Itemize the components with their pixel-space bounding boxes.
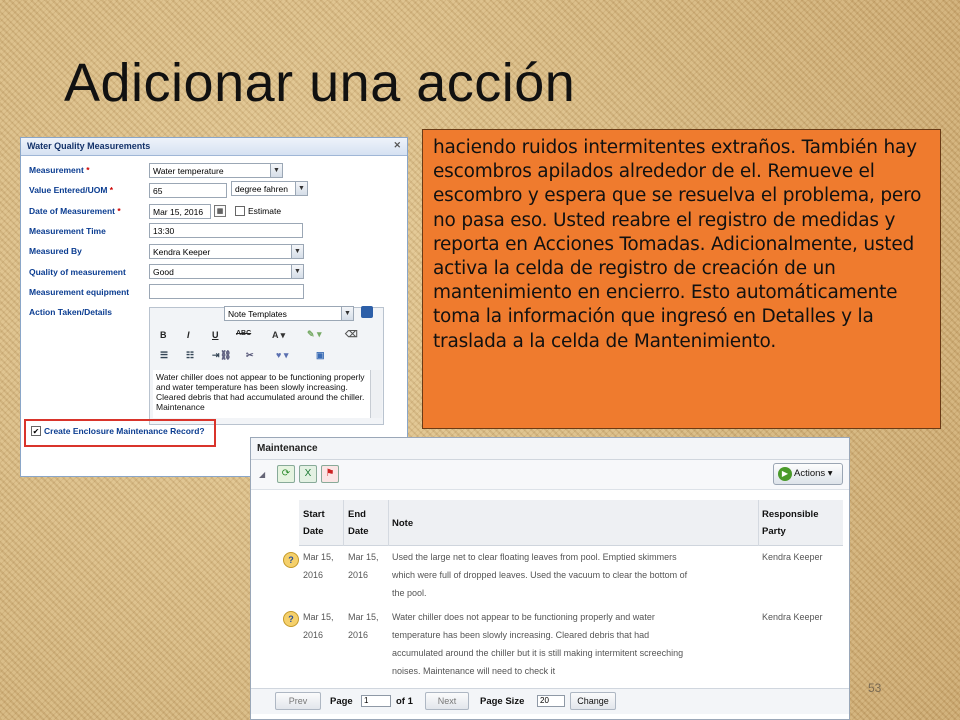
calendar-icon[interactable]: ▦ (214, 205, 226, 217)
page-number-input[interactable]: 1 (361, 695, 391, 707)
arrow-right-icon: ▶ (778, 467, 792, 481)
column-note[interactable]: Note (392, 515, 413, 532)
page-size-input[interactable]: 20 (537, 695, 565, 707)
row-2-note: Water chiller does not appear to be func… (392, 612, 684, 676)
row-1-responsible-party: Kendra Keeper (762, 552, 823, 562)
pdf-export-icon[interactable]: ⚑ (321, 465, 339, 483)
page-size-label: Page Size (480, 696, 525, 707)
chevron-down-icon[interactable]: ▼ (291, 245, 303, 258)
chevron-down-icon[interactable]: ▼ (291, 265, 303, 278)
column-divider (388, 500, 389, 546)
time-label: Measurement Time (29, 226, 106, 236)
italic-button[interactable]: I (187, 330, 190, 340)
row-2-end-date: Mar 15, 2016 (348, 612, 379, 640)
bold-button[interactable]: B (160, 330, 167, 340)
quality-label: Quality of measurement (29, 267, 126, 277)
change-page-size-button[interactable]: Change (570, 692, 616, 710)
row-2-responsible-party: Kendra Keeper (762, 612, 823, 622)
action-taken-label: Action Taken/Details (29, 307, 112, 317)
link-icon[interactable]: ⛓ (220, 350, 231, 361)
ordered-list-icon[interactable]: ☰ (160, 350, 168, 361)
column-responsible-party[interactable]: Responsible Party (762, 506, 819, 540)
column-start-date[interactable]: Start Date (303, 506, 325, 540)
unlink-icon[interactable]: ✂ (246, 350, 254, 361)
column-divider (343, 500, 344, 546)
next-page-button[interactable]: Next (425, 692, 469, 710)
measured-by-select[interactable]: Kendra Keeper ▼ (149, 244, 304, 259)
editor-scrollbar[interactable] (370, 370, 382, 418)
row-2-start-date: Mar 15, 2016 (303, 612, 334, 640)
chevron-down-icon[interactable]: ▼ (270, 164, 282, 177)
maintenance-toolbar (251, 460, 849, 490)
equipment-input[interactable] (149, 284, 304, 299)
water-quality-title: Water Quality Measurements (27, 141, 151, 151)
value-uom-label: Value Entered/UOM * (29, 185, 114, 195)
measured-by-label: Measured By (29, 246, 82, 256)
slide-page-number: 53 (868, 681, 882, 695)
note-templates-select[interactable]: Note Templates ▼ (224, 306, 354, 321)
excel-export-icon[interactable]: X (299, 465, 317, 483)
maintenance-panel: Maintenance ◢ ⟳ X ⚑ ▶ Actions ▾ Start Dat… (250, 437, 850, 720)
water-quality-header: Water Quality Measurements ✕ (21, 138, 407, 156)
eraser-icon[interactable]: ⌫ (345, 329, 358, 340)
actions-label: Actions ▾ (794, 468, 833, 479)
measurement-select[interactable]: Water temperature ▼ (149, 163, 283, 178)
actions-button[interactable]: ▶ Actions ▾ (773, 463, 843, 485)
measurement-label: Measurement * (29, 165, 90, 175)
equipment-label: Measurement equipment (29, 287, 130, 297)
date-label: Date of Measurement * (29, 206, 121, 216)
page-count-label: of 1 (396, 696, 413, 707)
create-record-highlight (24, 419, 216, 447)
chevron-down-icon[interactable]: ▼ (341, 307, 353, 320)
page-label: Page (330, 696, 353, 707)
slide-title: Adicionar una acción (64, 53, 576, 113)
column-end-date[interactable]: End Date (348, 506, 369, 540)
action-details-text[interactable]: Water chiller does not appear to be func… (153, 370, 370, 418)
value-input[interactable]: 65 (149, 183, 227, 198)
underline-button[interactable]: U (212, 330, 219, 340)
estimate-checkbox[interactable] (235, 206, 245, 216)
row-1-end-date: Mar 15, 2016 (348, 552, 379, 580)
bullet-list-icon[interactable]: ☷ (186, 350, 194, 361)
collapse-arrow-icon[interactable]: ◢ (259, 470, 265, 479)
strikethrough-button[interactable]: ABC (236, 330, 251, 337)
uom-select[interactable]: degree fahren ▼ (231, 181, 308, 196)
row-1-note: Used the large net to clear floating lea… (392, 552, 688, 598)
indent-icon[interactable]: ⇥ (212, 350, 220, 361)
row-1-start-date: Mar 15, 2016 (303, 552, 334, 580)
estimate-label: Estimate (248, 206, 282, 216)
chevron-down-icon[interactable]: ▼ (295, 182, 307, 195)
font-color-icon[interactable]: A ▾ (272, 330, 285, 341)
close-icon[interactable]: ✕ (393, 140, 401, 151)
prev-page-button[interactable]: Prev (275, 692, 321, 710)
row-detail-icon[interactable]: ? (283, 552, 299, 568)
date-input[interactable]: Mar 15, 2016 (149, 204, 211, 219)
maintenance-header: Maintenance (251, 438, 849, 460)
highlight-icon[interactable]: ✎ ▾ (307, 329, 322, 340)
quality-select[interactable]: Good ▼ (149, 264, 304, 279)
column-divider (758, 500, 759, 546)
row-detail-icon[interactable]: ? (283, 611, 299, 627)
image-icon[interactable]: ▣ (316, 350, 325, 361)
insert-special-icon[interactable]: ♥ ▾ (276, 350, 288, 361)
time-input[interactable]: 13:30 (149, 223, 303, 238)
save-icon[interactable] (361, 306, 373, 318)
explanation-text-box: haciendo ruidos intermitentes extraños. … (422, 129, 941, 429)
refresh-icon[interactable]: ⟳ (277, 465, 295, 483)
